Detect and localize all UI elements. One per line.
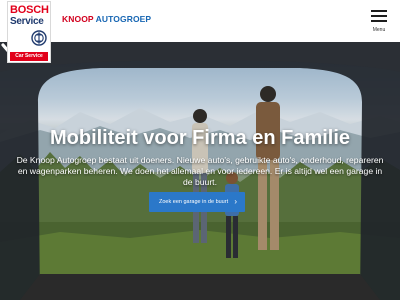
hero-title: Mobiliteit voor Firma en Familie [49,127,351,149]
site-header: BOSCH Service Car Service KNOOP AUTOGROEP… [0,0,400,63]
logo-service: Service [10,16,44,27]
menu-button[interactable]: Menu [366,8,392,36]
hero-section: Mobiliteit voor Firma en Familie De Knoo… [0,42,400,300]
hamburger-icon [371,10,387,12]
hero-description: De Knoop Autogroep bestaat uit doeners. … [16,155,384,187]
hamburger-icon-line [371,20,387,22]
company-name[interactable]: KNOOP AUTOGROEP [62,14,151,24]
chevron-right-icon: › [234,197,237,206]
find-garage-button-label: Zoek een garage in de buurt [159,199,229,205]
find-garage-button[interactable]: Zoek een garage in de buurt › [149,192,245,212]
menu-label: Menu [372,27,386,33]
bosch-car-service-logo[interactable]: BOSCH Service Car Service [7,1,51,63]
bosch-emblem-icon [31,30,47,46]
logo-bar: Car Service [10,52,48,61]
hamburger-icon-line [371,15,387,17]
company-name-part2: AUTOGROEP [95,14,152,24]
logo-brand: BOSCH [10,4,49,16]
company-name-part1: KNOOP [62,14,94,24]
